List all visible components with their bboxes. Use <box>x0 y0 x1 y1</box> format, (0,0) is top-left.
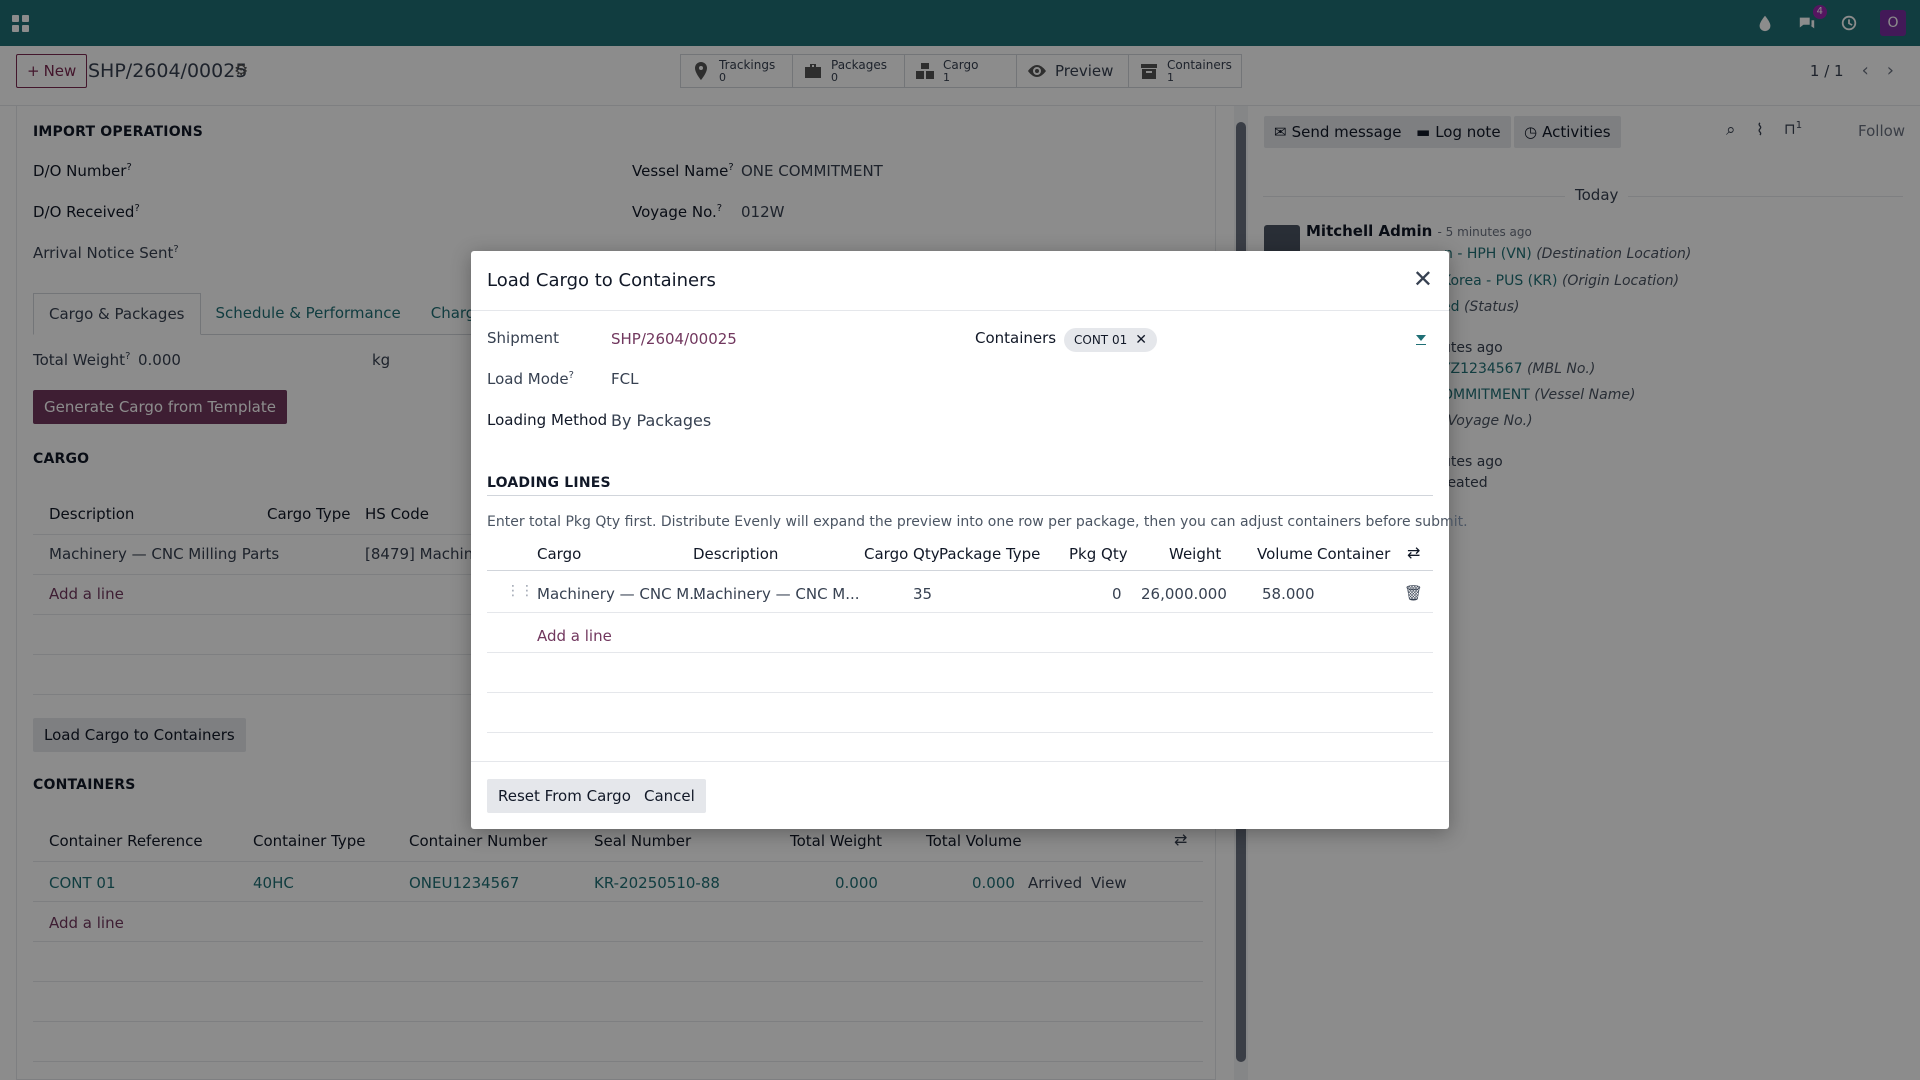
reset-from-cargo-button[interactable]: Reset From Cargo <box>487 779 642 813</box>
modal-header: Load Cargo to Containers ✕ <box>471 251 1449 311</box>
col-cargo[interactable]: Cargo <box>537 545 581 563</box>
load-mode-label: Load Mode? <box>487 370 574 388</box>
loading-method-label: Loading Method <box>487 411 608 429</box>
row-cargo[interactable]: Machinery — CNC M... <box>537 585 704 603</box>
modal-title: Load Cargo to Containers <box>487 270 716 291</box>
section-divider <box>487 495 1433 496</box>
loading-lines-title: LOADING LINES <box>487 475 611 491</box>
col-pkg-qty[interactable]: Pkg Qty <box>1069 545 1128 563</box>
loading-hint: Enter total Pkg Qty first. Distribute Ev… <box>487 514 1468 530</box>
column-settings-icon[interactable]: ⇄ <box>1407 543 1420 562</box>
shipment-value[interactable]: SHP/2604/00025 <box>611 330 737 348</box>
drag-handle-icon[interactable]: ⋮⋮ <box>506 583 534 599</box>
trash-icon[interactable]: 🗑 <box>1404 584 1423 602</box>
table-row <box>487 653 1433 693</box>
table-row <box>487 693 1433 733</box>
modal-footer: Reset From Cargo Cancel <box>471 761 1449 829</box>
col-description[interactable]: Description <box>693 545 778 563</box>
row-cargo-qty[interactable]: 35 <box>913 585 932 603</box>
loading-method-value[interactable]: By Packages <box>611 411 711 430</box>
tag-remove-icon[interactable]: ✕ <box>1135 332 1147 348</box>
close-icon[interactable]: ✕ <box>1413 267 1433 291</box>
col-weight[interactable]: Weight <box>1169 545 1221 563</box>
cancel-button[interactable]: Cancel <box>633 779 706 813</box>
load-mode-value: FCL <box>611 370 639 388</box>
row-description[interactable]: Machinery — CNC M... <box>693 585 860 603</box>
table-row <box>487 613 1433 653</box>
row-weight[interactable]: 26,000.000 <box>1141 585 1227 603</box>
shipment-label: Shipment <box>487 329 559 347</box>
col-package-type[interactable]: Package Type <box>939 545 1040 563</box>
col-cargo-qty[interactable]: Cargo Qty <box>864 545 940 563</box>
load-cargo-dialog: Load Cargo to Containers ✕ Shipment SHP/… <box>471 251 1468 829</box>
col-container[interactable]: Container <box>1317 545 1390 563</box>
col-volume[interactable]: Volume <box>1257 545 1313 563</box>
dropdown-underline <box>1416 344 1426 345</box>
containers-label: Containers <box>975 329 1057 347</box>
container-tag[interactable]: CONT 01 ✕ <box>1064 328 1157 352</box>
row-pkg-qty[interactable]: 0 <box>1112 585 1122 603</box>
row-volume[interactable]: 58.000 <box>1262 585 1315 603</box>
modal-add-line[interactable]: Add a line <box>537 627 612 645</box>
dropdown-caret-icon[interactable] <box>1416 335 1426 341</box>
